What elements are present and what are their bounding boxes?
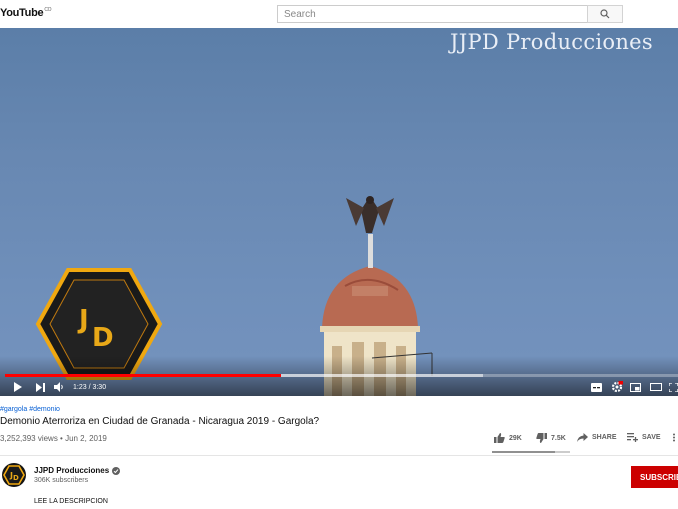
sentiment-bar [492,451,570,453]
search-input[interactable]: Search [277,5,588,23]
video-title: Demonio Aterroriza en Ciudad de Granada … [0,416,320,427]
channel-avatar-logo: J D [3,465,25,485]
volume-button[interactable] [54,380,64,394]
country-code: CO [44,7,52,14]
dislike-count: 7.5K [551,434,566,442]
share-label: SHARE [592,434,617,441]
like-button[interactable]: 29K [494,433,522,443]
settings-icon [611,381,623,393]
youtube-logo[interactable]: YouTubeCO [0,7,52,19]
gargoyle-figure [346,196,394,233]
save-label: SAVE [642,434,661,441]
video-player[interactable]: J D JJPD Producciones 1:23 / 3:30 [0,28,678,396]
thumbs-down-icon [536,433,547,443]
theater-button[interactable] [650,380,662,394]
next-button[interactable] [36,380,45,394]
video-description: LEE LA DESCRIPCION [34,498,108,505]
subscriber-count: 306K subscribers [34,477,89,484]
play-icon [14,382,22,392]
search-button[interactable] [587,5,623,23]
progress-played [5,374,281,377]
channel-avatar[interactable]: J D [2,463,26,487]
fullscreen-icon [669,382,678,392]
volume-icon [54,382,63,392]
video-meta: 3,252,393 views • Jun 2, 2019 [0,434,107,443]
channel-name[interactable]: JJPD Producciones [34,466,121,475]
time-display: 1:23 / 3:30 [73,383,107,391]
more-icon [673,433,675,442]
svg-text:J: J [77,305,89,335]
sentiment-bar-fill [492,451,556,453]
video-watermark: JJPD Producciones [450,30,653,54]
play-button[interactable] [13,380,23,394]
more-actions-button[interactable] [672,433,676,442]
svg-text:D: D [13,474,19,482]
top-bar: YouTubeCO Search [0,0,678,28]
svg-text:D: D [92,323,114,353]
share-button[interactable]: SHARE [577,433,617,442]
subtitles-button[interactable] [591,380,602,394]
settings-button[interactable] [611,380,623,394]
miniplayer-button[interactable] [630,380,641,394]
subtitles-icon [591,382,602,392]
video-frame-scene: J D [35,196,433,396]
like-count: 29K [509,434,522,442]
verified-icon [112,466,121,475]
video-hashtags[interactable]: #gargola #demonio [0,406,60,413]
save-button[interactable]: SAVE [627,433,661,442]
subscribe-button[interactable]: SUBSCRIBE [631,466,678,488]
next-icon [36,382,45,392]
divider [0,455,678,456]
playlist-add-icon [627,433,638,442]
theater-icon [650,383,662,391]
search-icon [600,9,610,19]
thumbs-up-icon [494,433,505,443]
share-icon [577,433,588,442]
miniplayer-icon [630,382,641,392]
progress-bar[interactable] [5,374,678,377]
fullscreen-button[interactable] [669,380,678,394]
dislike-button[interactable]: 7.5K [536,433,566,443]
channel-name-text: JJPD Producciones [34,466,110,475]
